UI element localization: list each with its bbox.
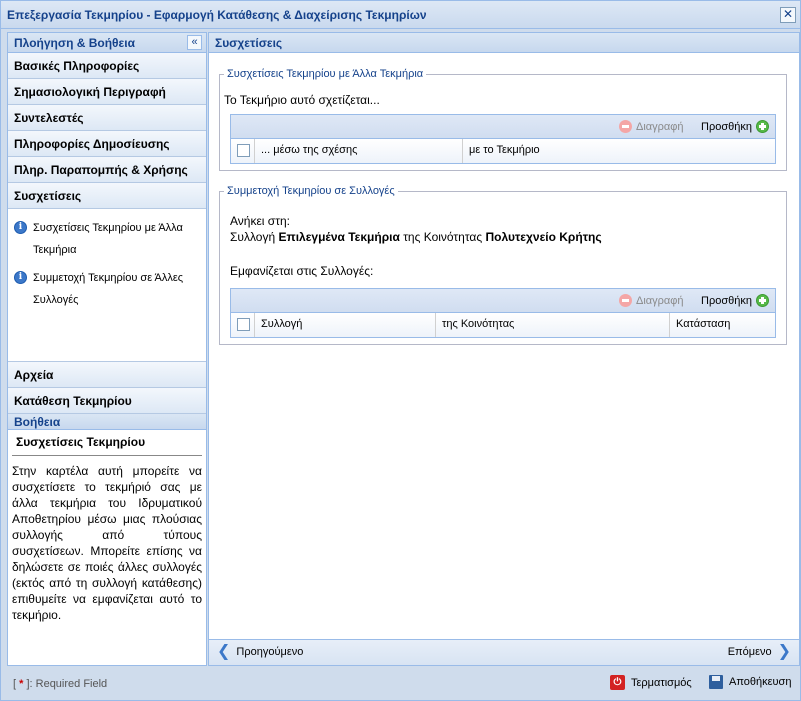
- main-header: Συσχετίσεις: [209, 33, 799, 53]
- select-all-cell: [231, 139, 255, 163]
- wizard-nav: ❮ Προηγούμενο Επόμενο ❯: [209, 639, 799, 665]
- add-icon: [755, 120, 769, 133]
- delete-icon: [619, 294, 632, 307]
- column-header[interactable]: της Κοινότητας: [436, 313, 670, 337]
- sidebar-title: Πλοήγηση & Βοήθεια: [14, 36, 135, 50]
- save-label: Αποθήκευση: [729, 676, 792, 688]
- sidebar-item-relations[interactable]: Συσχετίσεις: [8, 183, 206, 209]
- column-header[interactable]: Κατάσταση: [670, 313, 775, 337]
- help-title: Συσχετίσεις Τεκμηρίου: [12, 430, 202, 456]
- terminate-label: Τερματισμός: [631, 676, 692, 689]
- terminate-button[interactable]: ⏻ Τερματισμός: [610, 675, 692, 690]
- sidebar-item-basic-info[interactable]: Βασικές Πληροφορίες: [8, 53, 206, 79]
- save-icon: [709, 675, 723, 689]
- next-label: Επόμενο: [727, 646, 772, 658]
- previous-button[interactable]: ❮ Προηγούμενο: [217, 643, 304, 660]
- save-button[interactable]: Αποθήκευση: [709, 675, 791, 689]
- appears-label: Εμφανίζεται στις Συλλογές:: [230, 264, 374, 278]
- collection-name: Επιλεγμένα Τεκμήρια: [278, 230, 400, 244]
- collapse-icon[interactable]: «: [187, 35, 202, 50]
- collection-line: Συλλογή Επιλεγμένα Τεκμήρια της Κοινότητ…: [230, 230, 602, 244]
- column-header[interactable]: ... μέσω της σχέσης: [255, 139, 463, 163]
- select-all-checkbox[interactable]: [237, 318, 250, 331]
- statusbar: [ * ]: Required Field ⏻ Τερματισμός Αποθ…: [1, 670, 800, 700]
- help-text: Στην καρτέλα αυτή μπορείτε να συσχετίσετ…: [12, 464, 202, 622]
- navigation-help-panel: Πλοήγηση & Βοήθεια « Βασικές Πληροφορίες…: [7, 32, 207, 666]
- main-title: Συσχετίσεις: [215, 36, 283, 50]
- select-all-checkbox[interactable]: [237, 144, 250, 157]
- community-name: Πολυτεχνείο Κρήτης: [485, 230, 602, 244]
- relations-grid: Διαγραφή Προσθήκη ... μέσω της σχέσης με…: [230, 114, 776, 164]
- collection-prefix: Συλλογή: [230, 230, 276, 244]
- delete-label: Διαγραφή: [636, 294, 684, 307]
- sidebar-item-submit-item[interactable]: Κατάθεση Τεκμηρίου: [8, 388, 206, 414]
- sidebar-item-contributors[interactable]: Συντελεστές: [8, 105, 206, 131]
- help-header: Βοήθεια: [8, 414, 206, 430]
- main-panel: Συσχετίσεις Συσχετίσεις Τεκμηρίου με Άλλ…: [208, 32, 800, 666]
- relations-toolbar: Διαγραφή Προσθήκη: [231, 115, 775, 139]
- sidebar-header: Πλοήγηση & Βοήθεια «: [8, 33, 206, 53]
- sidebar-item-files[interactable]: Αρχεία: [8, 362, 206, 388]
- edit-item-window: Επεξεργασία Τεκμηρίου - Εφαρμογή Κατάθεσ…: [0, 0, 801, 701]
- subnav-item-label: Συμμετοχή Τεκμηρίου σε Άλλες Συλλογές: [33, 272, 184, 306]
- column-header[interactable]: Συλλογή: [255, 313, 436, 337]
- relations-add-button[interactable]: Προσθήκη: [701, 120, 769, 133]
- collections-delete-button[interactable]: Διαγραφή: [619, 294, 684, 307]
- collections-toolbar: Διαγραφή Προσθήκη: [231, 289, 775, 313]
- window-title: Επεξεργασία Τεκμηρίου - Εφαρμογή Κατάθεσ…: [7, 8, 427, 22]
- collections-fieldset: Συμμετοχή Τεκμηρίου σε Συλλογές Ανήκει σ…: [219, 185, 787, 345]
- add-icon: [755, 294, 769, 307]
- chevron-left-icon: ❮: [217, 643, 231, 660]
- collections-grid: Διαγραφή Προσθήκη Συλλογή της Κοινότητας: [230, 288, 776, 338]
- close-icon[interactable]: ✕: [780, 7, 796, 23]
- chevron-right-icon: ❯: [777, 643, 791, 660]
- relations-delete-button[interactable]: Διαγραφή: [619, 120, 684, 133]
- add-label: Προσθήκη: [701, 294, 752, 307]
- info-icon: i: [14, 221, 27, 234]
- previous-label: Προηγούμενο: [236, 646, 304, 658]
- subnav-item-label: Συσχετίσεις Τεκμηρίου με Άλλα Τεκμήρια: [33, 222, 183, 256]
- subnav-item-collection-membership[interactable]: i Συμμετοχή Τεκμηρίου σε Άλλες Συλλογές: [8, 264, 206, 314]
- next-button[interactable]: Επόμενο ❯: [727, 643, 791, 660]
- sidebar-item-publication-info[interactable]: Πληροφορίες Δημοσίευσης: [8, 131, 206, 157]
- subnav-item-item-relations[interactable]: i Συσχετίσεις Τεκμηρίου με Άλλα Τεκμήρια: [8, 214, 206, 264]
- collections-legend: Συμμετοχή Τεκμηρίου σε Συλλογές: [227, 185, 395, 197]
- delete-label: Διαγραφή: [636, 120, 684, 133]
- delete-icon: [619, 120, 632, 133]
- select-all-cell: [231, 313, 255, 337]
- relations-legend: Συσχετίσεις Τεκμηρίου με Άλλα Τεκμήρια: [227, 68, 424, 80]
- belongs-label: Ανήκει στη:: [230, 214, 290, 228]
- community-prefix: της Κοινότητας: [403, 230, 483, 244]
- required-label: ]: Required Field: [23, 678, 108, 690]
- required-field-legend: [ * ]: Required Field: [13, 678, 107, 690]
- window-titlebar: Επεξεργασία Τεκμηρίου - Εφαρμογή Κατάθεσ…: [1, 1, 800, 29]
- info-icon: i: [14, 271, 27, 284]
- add-label: Προσθήκη: [701, 120, 752, 133]
- collections-grid-header: Συλλογή της Κοινότητας Κατάσταση: [231, 313, 775, 337]
- sidebar-item-citation-usage[interactable]: Πληρ. Παραπομπής & Χρήσης: [8, 157, 206, 183]
- main-content: Συσχετίσεις Τεκμηρίου με Άλλα Τεκμήρια Τ…: [209, 53, 799, 639]
- relations-subnav: i Συσχετίσεις Τεκμηρίου με Άλλα Τεκμήρια…: [8, 209, 206, 362]
- column-header[interactable]: με το Τεκμήριο: [463, 139, 775, 163]
- relations-fieldset: Συσχετίσεις Τεκμηρίου με Άλλα Τεκμήρια Τ…: [219, 68, 787, 171]
- power-icon: ⏻: [610, 675, 625, 690]
- relations-intro: Το Τεκμήριο αυτό σχετίζεται...: [224, 93, 380, 107]
- sidebar-item-semantic-description[interactable]: Σημασιολογική Περιγραφή: [8, 79, 206, 105]
- collections-add-button[interactable]: Προσθήκη: [701, 294, 769, 307]
- relations-grid-header: ... μέσω της σχέσης με το Τεκμήριο: [231, 139, 775, 163]
